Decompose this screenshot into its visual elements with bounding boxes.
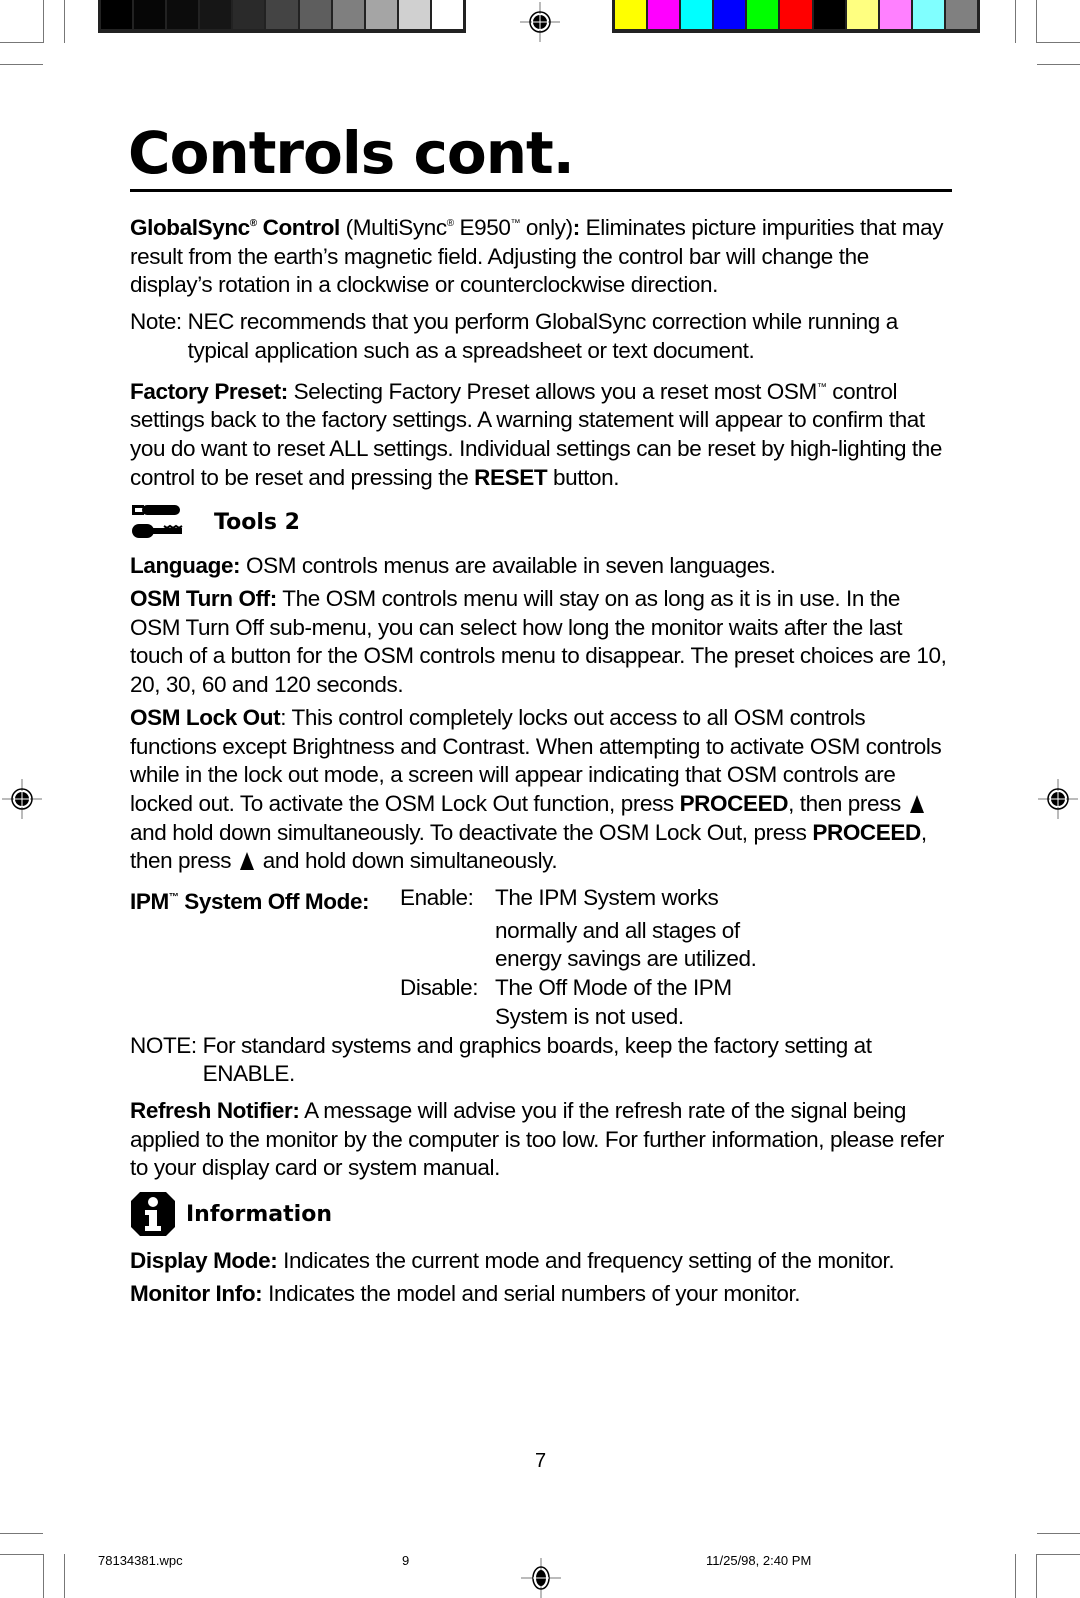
registration-target-icon	[1038, 779, 1078, 819]
calibration-swatch	[615, 0, 647, 29]
crop-mark	[0, 1554, 43, 1555]
calibration-swatch	[945, 0, 978, 29]
osm-turn-off-label: OSM Turn Off:	[130, 586, 277, 612]
calibration-swatch	[681, 0, 713, 29]
crop-mark	[64, 1554, 65, 1598]
osm-turn-off-paragraph: OSM Turn Off: The OSM controls menu will…	[130, 586, 947, 698]
calibration-swatch	[780, 0, 812, 29]
monitor-info-label: Monitor Info:	[130, 1280, 263, 1306]
crop-mark	[1036, 1554, 1037, 1598]
calibration-swatch	[134, 0, 166, 29]
calibration-swatch	[299, 0, 331, 29]
tools2-heading: Tools 2	[130, 502, 950, 542]
crop-mark	[0, 1533, 43, 1534]
globalsync-paragraph: GlobalSync® Control (MultiSync® E950™ on…	[130, 215, 944, 298]
calibration-swatch	[101, 0, 133, 29]
ipm-system-off-mode: IPM™ System Off Mode: Enable: The IPM Sy…	[130, 884, 950, 1032]
calibration-swatch	[846, 0, 878, 29]
display-mode-paragraph: Display Mode: Indicates the current mode…	[130, 1248, 895, 1274]
language-label: Language:	[130, 553, 241, 579]
information-heading: Information	[130, 1191, 950, 1237]
crop-mark	[1015, 1554, 1016, 1598]
calibration-swatch	[879, 0, 911, 29]
monitor-info-paragraph: Monitor Info: Indicates the model and se…	[130, 1280, 801, 1306]
wrench-screwdriver-icon	[132, 505, 183, 539]
page-body: GlobalSync® Control (MultiSync® E950™ on…	[130, 210, 950, 1317]
crop-mark	[0, 64, 43, 65]
globalsync-label: GlobalSync® Control	[130, 215, 340, 240]
calibration-swatch	[398, 0, 430, 29]
calibration-swatch	[747, 0, 779, 29]
ipm-note: NOTE: For standard systems and graphics …	[130, 1032, 950, 1089]
factory-preset-paragraph: Factory Preset: Selecting Factory Preset…	[130, 378, 942, 490]
up-arrow-icon	[239, 852, 254, 871]
globalsync-note: Note: NEC recommends that you perform Gl…	[130, 308, 950, 365]
refresh-notifier-paragraph: Refresh Notifier: A message will advise …	[130, 1097, 944, 1181]
osm-lock-out-paragraph: OSM Lock Out: This control completely lo…	[130, 704, 942, 874]
title-divider	[130, 189, 952, 192]
ipm-label: IPM™ System Off Mode:	[130, 889, 370, 915]
crop-mark	[1036, 0, 1037, 43]
ipm-enable-line: normally and all stages of	[495, 917, 740, 943]
note-text: For standard systems and graphics boards…	[202, 1032, 872, 1087]
crop-mark	[43, 1554, 44, 1598]
calibration-swatch	[200, 0, 232, 29]
reset-button-name: RESET	[474, 464, 548, 490]
factory-preset-label: Factory Preset:	[130, 378, 288, 404]
ipm-disable-label: Disable:	[400, 975, 479, 1001]
crop-mark	[1037, 1533, 1080, 1534]
registration-target-icon	[2, 779, 42, 819]
tools2-title: Tools 2	[214, 509, 300, 535]
calibration-swatch	[167, 0, 199, 29]
calibration-swatch	[431, 0, 464, 29]
calibration-swatch	[332, 0, 364, 29]
note-label: NOTE:	[130, 1032, 203, 1058]
up-arrow-icon	[909, 794, 924, 813]
crop-mark	[1015, 0, 1016, 43]
refresh-notifier-label: Refresh Notifier:	[130, 1097, 300, 1123]
calibration-swatch	[912, 0, 944, 29]
note-text: NEC recommends that you perform GlobalSy…	[187, 309, 899, 363]
grayscale-calibration-bar	[98, 0, 466, 33]
calibration-swatch	[365, 0, 397, 29]
crop-mark	[1037, 42, 1080, 43]
crop-mark	[1037, 64, 1080, 65]
crop-mark	[43, 0, 44, 43]
registration-target-icon	[521, 1558, 561, 1598]
ipm-enable-line: energy savings are utilized.	[495, 946, 757, 972]
info-icon	[131, 1192, 175, 1237]
ipm-enable-line: The IPM System works	[495, 885, 719, 911]
crop-mark	[64, 0, 65, 43]
calibration-swatch	[233, 0, 265, 29]
crop-mark	[0, 42, 43, 43]
display-mode-label: Display Mode:	[130, 1248, 278, 1274]
footer-filename: 78134381.wpc	[98, 1553, 183, 1568]
crop-mark	[1037, 1554, 1080, 1555]
footer-sheet: 9	[402, 1553, 410, 1568]
information-title: Information	[186, 1201, 332, 1227]
osm-lock-out-label: OSM Lock Out	[130, 704, 281, 730]
calibration-swatch	[714, 0, 746, 29]
note-label: Note:	[130, 309, 188, 335]
language-paragraph: Language: OSM controls menus are availab…	[130, 553, 776, 579]
page-title: Controls cont.	[128, 119, 575, 187]
page-number: 7	[535, 1450, 547, 1472]
color-calibration-bar	[612, 0, 980, 33]
ipm-disable-line: System is not used.	[495, 1003, 684, 1029]
footer-timestamp: 11/25/98, 2:40 PM	[706, 1553, 812, 1568]
calibration-swatch	[813, 0, 845, 29]
ipm-enable-label: Enable:	[400, 885, 474, 911]
ipm-disable-line: The Off Mode of the IPM	[495, 975, 732, 1001]
calibration-swatch	[648, 0, 680, 29]
registration-target-icon	[520, 2, 560, 42]
calibration-swatch	[266, 0, 298, 29]
